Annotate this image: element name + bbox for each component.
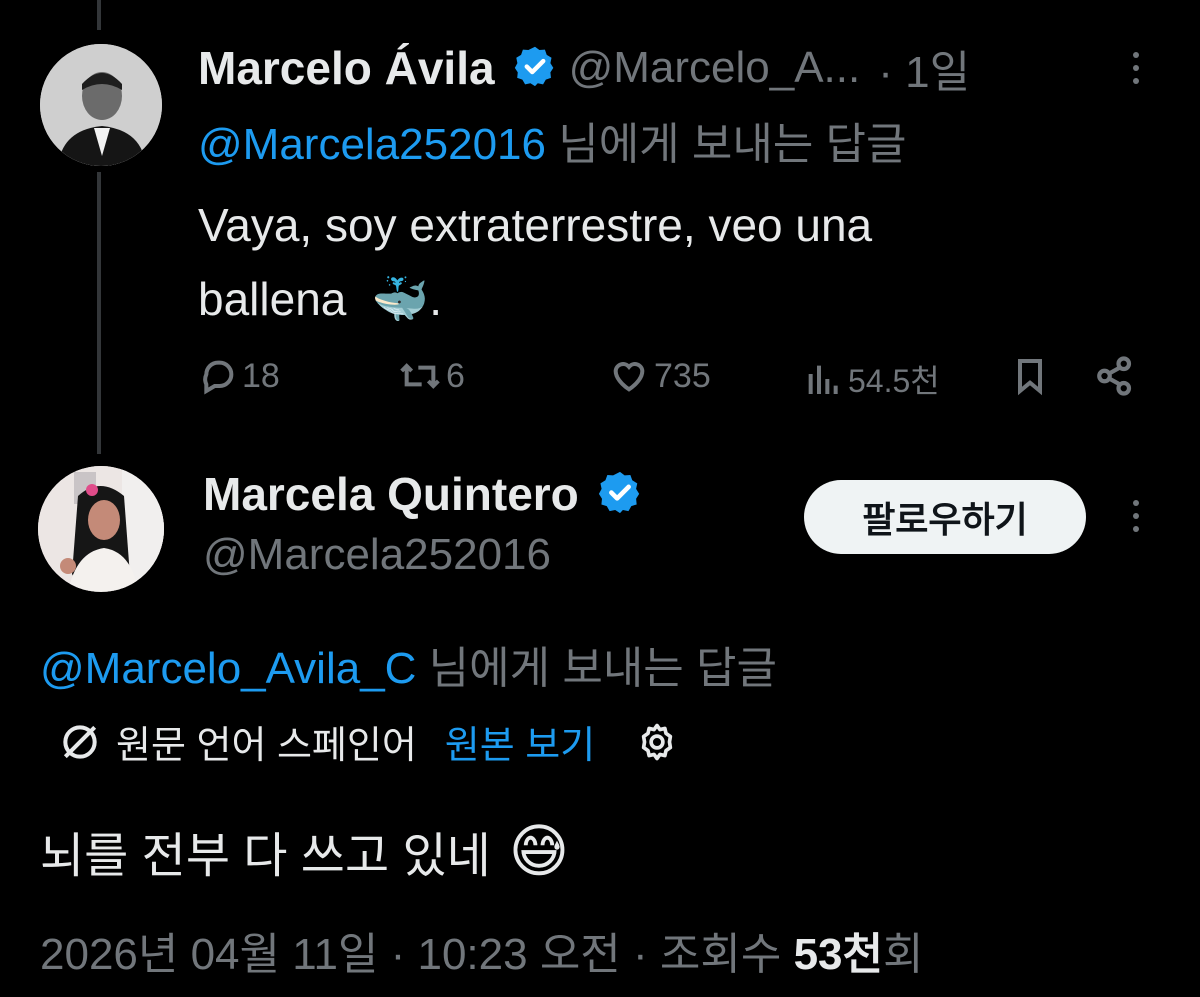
bookmark-button[interactable] [1010, 354, 1050, 398]
reply-count: 18 [242, 356, 280, 395]
author-name[interactable]: Marcelo Ávila [198, 41, 495, 95]
parent-text-word: ballena [198, 273, 347, 325]
views-button[interactable]: 54.5천 [804, 356, 940, 402]
sweat-smile-emoji: 😅 [508, 819, 570, 884]
reply-to-suffix: 님에게 보내는 답글 [545, 120, 907, 169]
avatar-marcela[interactable] [38, 466, 164, 592]
thread-line-bottom [97, 172, 101, 454]
follow-button[interactable]: 팔로우하기 [804, 480, 1086, 554]
parent-text-end: . [429, 273, 442, 325]
bookmark-icon [1018, 359, 1042, 396]
parent-text-line2: ballena 🐳. [198, 262, 872, 336]
retweet-count: 6 [446, 356, 465, 395]
main-reply-to: @Marcelo_Avila_C 님에게 보내는 답글 [40, 632, 777, 696]
tweet-time[interactable]: · 1일 [878, 36, 970, 100]
parent-tweet-text: Vaya, soy extraterrestre, veo una ballen… [198, 188, 872, 336]
whale-emoji: 🐳 [371, 273, 430, 325]
show-original-link[interactable]: 원본 보기 [445, 714, 595, 769]
retweet-icon [400, 363, 440, 389]
like-count: 735 [654, 356, 711, 395]
more-icon[interactable] [1133, 52, 1139, 84]
share-button[interactable] [1094, 354, 1136, 398]
views-icon [808, 365, 838, 394]
verified-badge-icon [597, 469, 643, 520]
view-count: 54.5천 [848, 363, 940, 399]
avatar-marcelo[interactable] [40, 44, 162, 166]
parent-reply-to: @Marcela252016 님에게 보내는 답글 [198, 108, 907, 172]
thread-line-top [97, 0, 101, 30]
parent-text-line1: Vaya, soy extraterrestre, veo una [198, 199, 873, 251]
retweet-button[interactable]: 6 [398, 356, 465, 396]
main-text: 뇌를 전부 다 쓰고 있네 [40, 830, 491, 883]
author-handle[interactable]: @Marcela252016 [203, 530, 551, 580]
translation-row: 원문 언어 스페인어 원본 보기 [58, 714, 679, 769]
author-name[interactable]: Marcela Quintero [203, 467, 579, 521]
settings-gear-icon[interactable] [635, 720, 679, 764]
like-icon [613, 362, 645, 392]
main-header: Marcela Quintero [203, 464, 643, 524]
reply-to-link[interactable]: @Marcelo_Avila_C [40, 644, 416, 693]
more-icon[interactable] [1133, 500, 1139, 532]
reply-to-suffix: 님에게 보내는 답글 [416, 644, 777, 693]
like-button[interactable]: 735 [608, 356, 711, 396]
view-suffix: 회 [882, 930, 924, 979]
translation-note: 원문 언어 스페인어 [116, 725, 417, 767]
view-count: 53천 [793, 930, 883, 979]
reply-icon [203, 360, 234, 395]
author-handle[interactable]: @Marcelo_A... [569, 43, 861, 93]
tweet-meta: 2026년 04월 11일 · 10:23 오전 · 조회수 53천회 [40, 918, 923, 982]
translate-icon [63, 724, 97, 759]
share-icon [1097, 356, 1132, 396]
reply-button[interactable]: 18 [198, 356, 280, 396]
verified-badge-icon [513, 44, 557, 93]
main-tweet-text: 뇌를 전부 다 쓰고 있네 😅 [40, 816, 569, 886]
reply-to-link[interactable]: @Marcela252016 [198, 120, 546, 169]
tweet-date[interactable]: 2026년 04월 11일 · 10:23 오전 · 조회수 [40, 930, 794, 979]
parent-header: Marcelo Ávila @Marcelo_A... · 1일 [198, 38, 970, 98]
